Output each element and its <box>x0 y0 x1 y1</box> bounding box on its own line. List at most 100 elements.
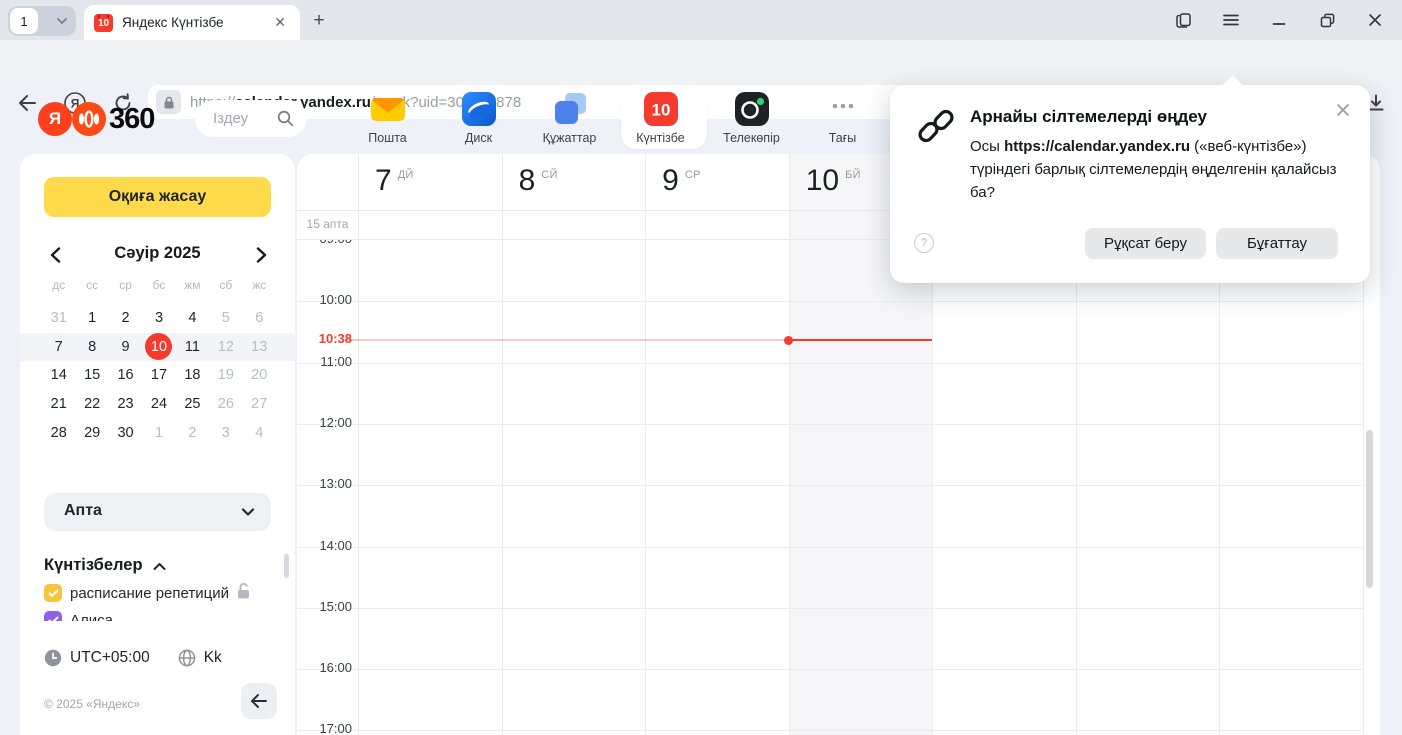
service-label: Телекөпір <box>723 131 780 145</box>
search-input[interactable] <box>213 100 275 137</box>
mini-calendar-row: 21222324252627 <box>42 390 276 419</box>
mini-calendar-day[interactable]: 25 <box>176 390 209 419</box>
mail-icon[interactable] <box>369 90 407 128</box>
tab-list-chevron-icon[interactable] <box>56 15 68 27</box>
mini-calendar-day[interactable]: 1 <box>75 304 108 333</box>
mini-calendar-day[interactable]: 15 <box>75 361 108 390</box>
calendar-checkbox[interactable] <box>44 584 62 602</box>
today-date-badge[interactable]: 10 <box>145 333 172 360</box>
mini-calendar-day[interactable]: 9 <box>109 333 142 362</box>
mini-calendar-day[interactable]: 30 <box>109 418 142 447</box>
side-panels-icon[interactable] <box>1167 0 1199 40</box>
current-time-dot <box>784 336 793 345</box>
tab-counter[interactable]: 1 <box>10 8 38 34</box>
day-header[interactable]: 7ДЙ <box>375 162 414 200</box>
mini-calendar-header: Сәуір 2025 <box>20 244 295 268</box>
hour-label: 11:00 <box>297 354 352 369</box>
calendar-list-item[interactable]: расписание репетиций <box>44 582 284 604</box>
logo-360-text: 360 <box>109 103 154 136</box>
mini-calendar-day[interactable]: 12 <box>209 333 242 362</box>
telemost-icon[interactable] <box>733 90 771 128</box>
mini-calendar-day[interactable]: 28 <box>42 418 75 447</box>
mini-calendar-day[interactable]: 14 <box>42 361 75 390</box>
calendar-name: Алиса <box>70 612 113 622</box>
browser-window: 1 10 Яндекс Күнтізбе ✕ + Я <box>0 0 1402 735</box>
current-time-label: 10:38 <box>297 331 352 346</box>
more-icon[interactable] <box>824 90 862 128</box>
view-selector-dropdown[interactable]: Апта <box>44 493 271 531</box>
search-box[interactable] <box>195 100 307 137</box>
mini-calendar-day[interactable]: 26 <box>209 390 242 419</box>
mini-calendar-day[interactable]: 24 <box>142 390 175 419</box>
docs-icon[interactable] <box>551 90 589 128</box>
calendar-icon[interactable]: 10 <box>642 90 680 128</box>
ssl-lock-icon[interactable] <box>156 90 181 114</box>
weekday-label: бс <box>142 278 175 296</box>
tab-group-chip[interactable]: 1 <box>8 6 76 36</box>
active-tab[interactable]: 10 Яндекс Күнтізбе ✕ <box>84 5 300 40</box>
service-item-1[interactable]: Пошта <box>342 88 433 150</box>
service-item-2[interactable]: Диск <box>433 88 524 150</box>
collapse-sidebar-button[interactable] <box>241 683 277 719</box>
mini-calendar-day[interactable]: 3 <box>142 304 175 333</box>
day-number: 9 <box>662 162 679 200</box>
day-header[interactable]: 9 СР <box>662 162 701 200</box>
mini-calendar-day[interactable]: 2 <box>176 418 209 447</box>
calendar-checkbox[interactable] <box>44 611 62 621</box>
grid-scrollbar[interactable] <box>1366 430 1373 588</box>
mini-calendar-day[interactable]: 4 <box>176 304 209 333</box>
calendar-list-item[interactable]: Алиса <box>44 609 284 621</box>
mini-calendar-day[interactable]: 8 <box>75 333 108 362</box>
mini-calendar-day[interactable]: 22 <box>75 390 108 419</box>
mini-calendar-day[interactable]: 6 <box>243 304 276 333</box>
mini-calendar-day[interactable]: 27 <box>243 390 276 419</box>
new-tab-button[interactable]: + <box>306 8 332 34</box>
mini-calendar-day[interactable]: 21 <box>42 390 75 419</box>
mini-calendar-day[interactable]: 2 <box>109 304 142 333</box>
calendars-section-toggle[interactable]: Күнтізбелер <box>44 556 166 575</box>
service-item-4[interactable]: 10Күнтізбе <box>615 88 706 150</box>
window-restore-icon[interactable] <box>1311 0 1343 40</box>
mini-calendar-day[interactable]: 11 <box>176 333 209 362</box>
mini-calendar-day[interactable]: 16 <box>109 361 142 390</box>
mini-calendar-day[interactable]: 19 <box>209 361 242 390</box>
disk-icon[interactable] <box>460 90 498 128</box>
create-event-button[interactable]: Оқиға жасау <box>44 177 271 217</box>
language-selector[interactable]: Kk <box>204 649 222 667</box>
window-close-icon[interactable] <box>1359 0 1391 40</box>
mini-calendar-day[interactable]: 7 <box>42 333 75 362</box>
mini-calendar-day[interactable]: 18 <box>176 361 209 390</box>
day-header[interactable]: 8СЙ <box>519 162 558 200</box>
window-minimize-icon[interactable] <box>1263 0 1295 40</box>
mini-calendar-day[interactable]: 23 <box>109 390 142 419</box>
clock-icon <box>44 649 62 667</box>
day-header[interactable]: 10БЙ <box>806 162 861 200</box>
mini-calendar-day[interactable]: 10 <box>142 333 175 362</box>
search-icon[interactable] <box>277 110 294 127</box>
mini-calendar-day[interactable]: 5 <box>209 304 242 333</box>
mini-calendar-day[interactable]: 17 <box>142 361 175 390</box>
service-item-3[interactable]: Құжаттар <box>524 88 615 150</box>
mini-calendar-day[interactable]: 29 <box>75 418 108 447</box>
tab-close-icon[interactable]: ✕ <box>270 14 290 31</box>
help-icon[interactable]: ? <box>914 233 934 253</box>
browser-menu-icon[interactable] <box>1215 0 1247 40</box>
next-month-icon[interactable] <box>248 242 274 268</box>
timezone-value[interactable]: UTC+05:00 <box>70 649 150 667</box>
mini-calendar-day[interactable]: 20 <box>243 361 276 390</box>
block-button[interactable]: Бұғаттау <box>1216 228 1338 259</box>
service-item-5[interactable]: Телекөпір <box>706 88 797 150</box>
back-icon[interactable] <box>14 90 40 116</box>
mini-calendar-day[interactable]: 3 <box>209 418 242 447</box>
yandex-360-logo[interactable]: Я 360 <box>38 102 154 136</box>
sidebar-scrollbar[interactable] <box>284 554 289 578</box>
allow-button[interactable]: Рұқсат беру <box>1085 228 1206 259</box>
service-item-6[interactable]: Тағы <box>797 88 888 150</box>
mini-calendar-day[interactable]: 31 <box>42 304 75 333</box>
open-lock-icon <box>236 582 251 604</box>
mini-calendar-day[interactable]: 1 <box>142 418 175 447</box>
day-weekday: СР <box>685 169 701 181</box>
mini-calendar-day[interactable]: 13 <box>243 333 276 362</box>
popup-close-icon[interactable] <box>1332 99 1354 121</box>
mini-calendar-day[interactable]: 4 <box>243 418 276 447</box>
